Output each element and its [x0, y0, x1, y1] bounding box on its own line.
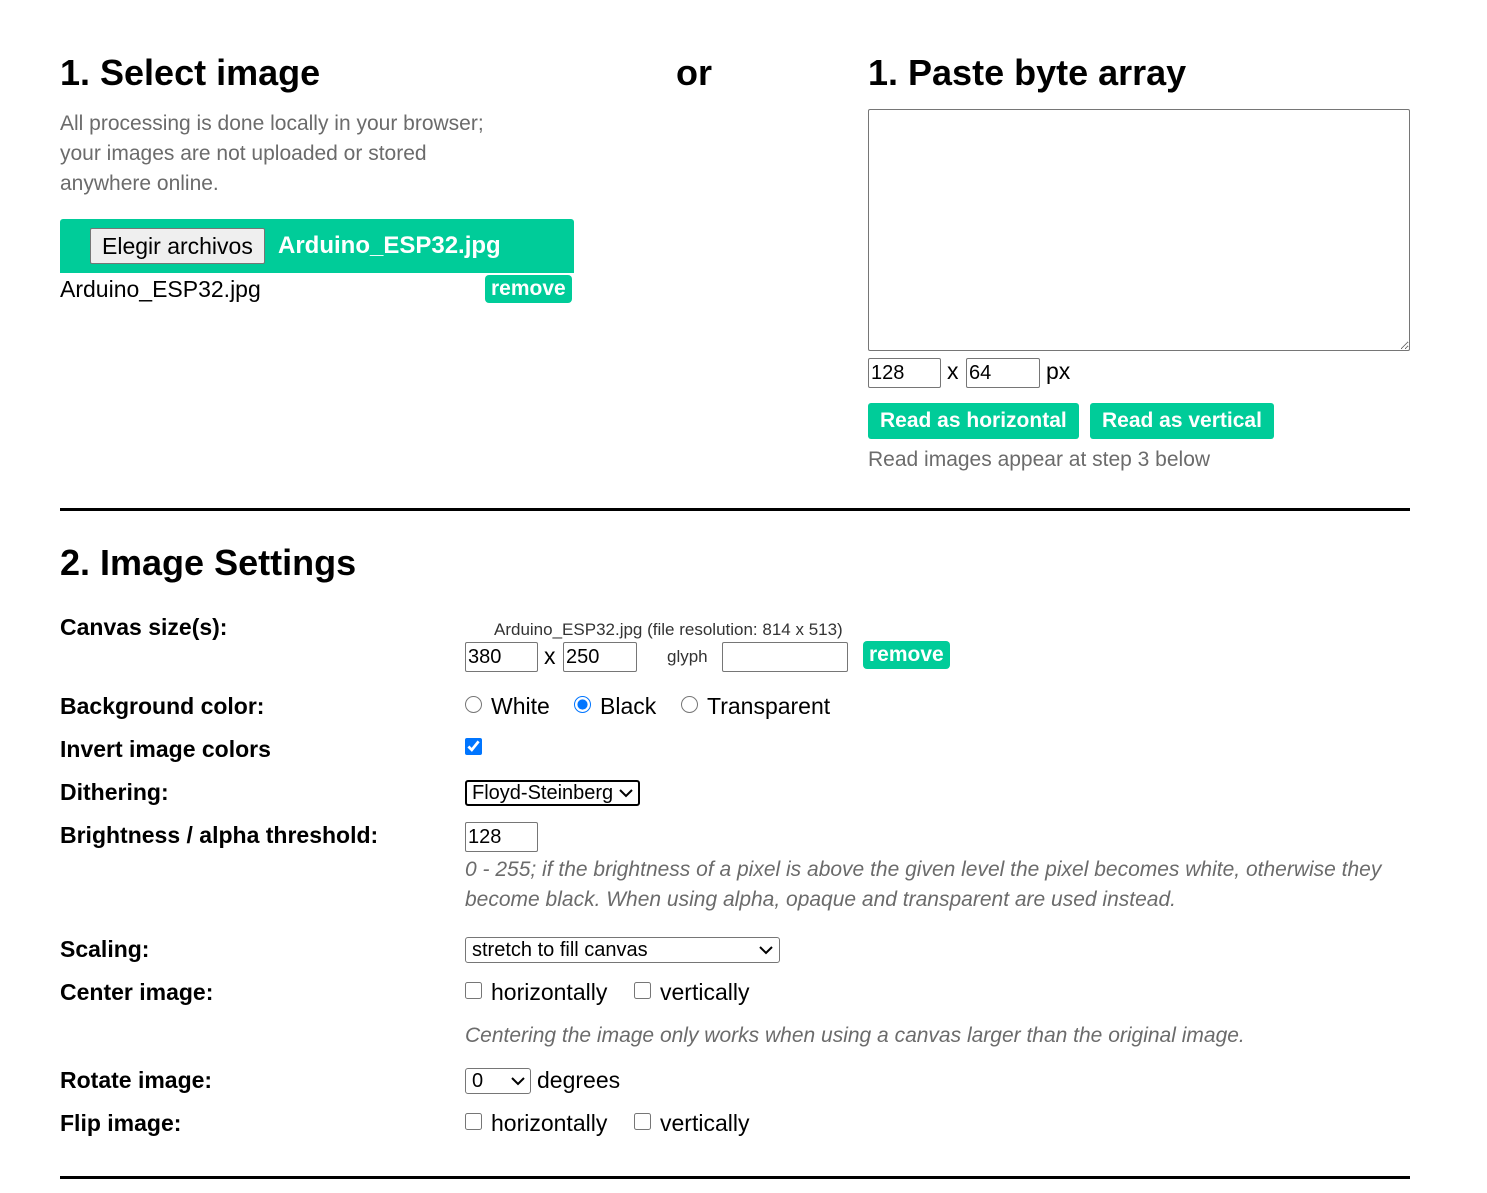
center-image-label: Center image:: [60, 979, 214, 1005]
threshold-input[interactable]: [465, 822, 538, 852]
file-input-bar[interactable]: Elegir archivos Arduino_ESP32.jpg: [60, 219, 574, 273]
read-horizontal-button[interactable]: Read as horizontal: [868, 403, 1079, 439]
chevron-down-icon: [511, 1077, 525, 1086]
canvas-remove-button[interactable]: remove: [863, 641, 950, 669]
center-vertical-checkbox[interactable]: [634, 982, 651, 999]
canvas-size-label: Canvas size(s):: [60, 614, 228, 640]
or-separator: or: [676, 52, 712, 93]
read-images-note: Read images appear at step 3 below: [868, 448, 1211, 471]
choose-files-button[interactable]: Elegir archivos: [90, 228, 265, 264]
background-black-label: Black: [600, 693, 657, 719]
paste-byte-array-heading: 1. Paste byte array: [868, 52, 1187, 93]
scaling-selected: stretch to fill canvas: [472, 939, 648, 961]
remove-file-button[interactable]: remove: [485, 275, 572, 303]
file-list-item-name: Arduino_ESP32.jpg: [60, 276, 261, 302]
privacy-line-1: All processing is done locally in your b…: [60, 112, 484, 135]
flip-image-label: Flip image:: [60, 1110, 182, 1136]
flip-vertical-checkbox[interactable]: [634, 1113, 651, 1130]
rotate-image-label: Rotate image:: [60, 1067, 213, 1093]
dithering-select[interactable]: Floyd-Steinberg: [465, 780, 640, 806]
invert-colors-checkbox[interactable]: [465, 738, 482, 755]
background-transparent-radio[interactable]: [681, 696, 698, 713]
threshold-note: 0 - 255; if the brightness of a pixel is…: [465, 855, 1381, 915]
privacy-description: All processing is done locally in your b…: [60, 109, 484, 199]
center-note: Centering the image only works when usin…: [465, 1024, 1245, 1047]
background-white-radio[interactable]: [465, 696, 482, 713]
background-black-radio[interactable]: [574, 696, 591, 713]
byte-size-unit: px: [1046, 358, 1071, 384]
canvas-width-input[interactable]: [465, 642, 538, 672]
center-horizontal-checkbox[interactable]: [465, 982, 482, 999]
dithering-label: Dithering:: [60, 779, 169, 805]
threshold-label: Brightness / alpha threshold:: [60, 822, 379, 848]
privacy-line-3: anywhere online.: [60, 172, 219, 195]
chosen-file-name: Arduino_ESP32.jpg: [278, 232, 501, 259]
flip-vertical-label: vertically: [660, 1110, 750, 1136]
canvas-file-caption: Arduino_ESP32.jpg (file resolution: 814 …: [494, 620, 843, 639]
section-divider-2: [60, 1176, 1410, 1179]
canvas-height-input[interactable]: [563, 642, 637, 672]
byte-array-textarea[interactable]: [868, 109, 1410, 351]
threshold-note-line-2: become black. When using alpha, opaque a…: [465, 888, 1176, 911]
scaling-label: Scaling:: [60, 936, 150, 962]
byte-height-input[interactable]: [966, 358, 1040, 388]
privacy-line-2: your images are not uploaded or stored: [60, 142, 427, 165]
rotate-selected: 0: [472, 1070, 484, 1092]
section-divider-1: [60, 508, 1410, 511]
threshold-note-line-1: 0 - 255; if the brightness of a pixel is…: [465, 858, 1382, 881]
background-color-label: Background color:: [60, 693, 265, 719]
flip-horizontal-checkbox[interactable]: [465, 1113, 482, 1130]
invert-colors-label: Invert image colors: [60, 736, 271, 762]
center-horizontal-label: horizontally: [491, 979, 608, 1005]
byte-size-separator: x: [947, 358, 959, 384]
flip-horizontal-label: horizontally: [491, 1110, 608, 1136]
image-settings-heading: 2. Image Settings: [60, 542, 357, 583]
dithering-selected: Floyd-Steinberg: [472, 782, 614, 804]
canvas-size-separator: x: [544, 643, 556, 669]
image2cpp-page: 1. Select image All processing is done l…: [0, 0, 1487, 1193]
center-vertical-label: vertically: [660, 979, 750, 1005]
rotate-unit: degrees: [537, 1067, 621, 1093]
select-image-heading: 1. Select image: [60, 52, 321, 93]
glyph-input[interactable]: [722, 642, 848, 672]
scaling-select[interactable]: stretch to fill canvas: [465, 937, 780, 963]
glyph-label: glyph: [667, 647, 708, 666]
chevron-down-icon: [619, 789, 633, 798]
read-vertical-button[interactable]: Read as vertical: [1090, 403, 1274, 439]
background-transparent-label: Transparent: [707, 693, 831, 719]
byte-width-input[interactable]: [868, 358, 941, 388]
background-white-label: White: [491, 693, 550, 719]
chevron-down-icon: [759, 946, 773, 955]
rotate-select[interactable]: 0: [465, 1068, 531, 1094]
